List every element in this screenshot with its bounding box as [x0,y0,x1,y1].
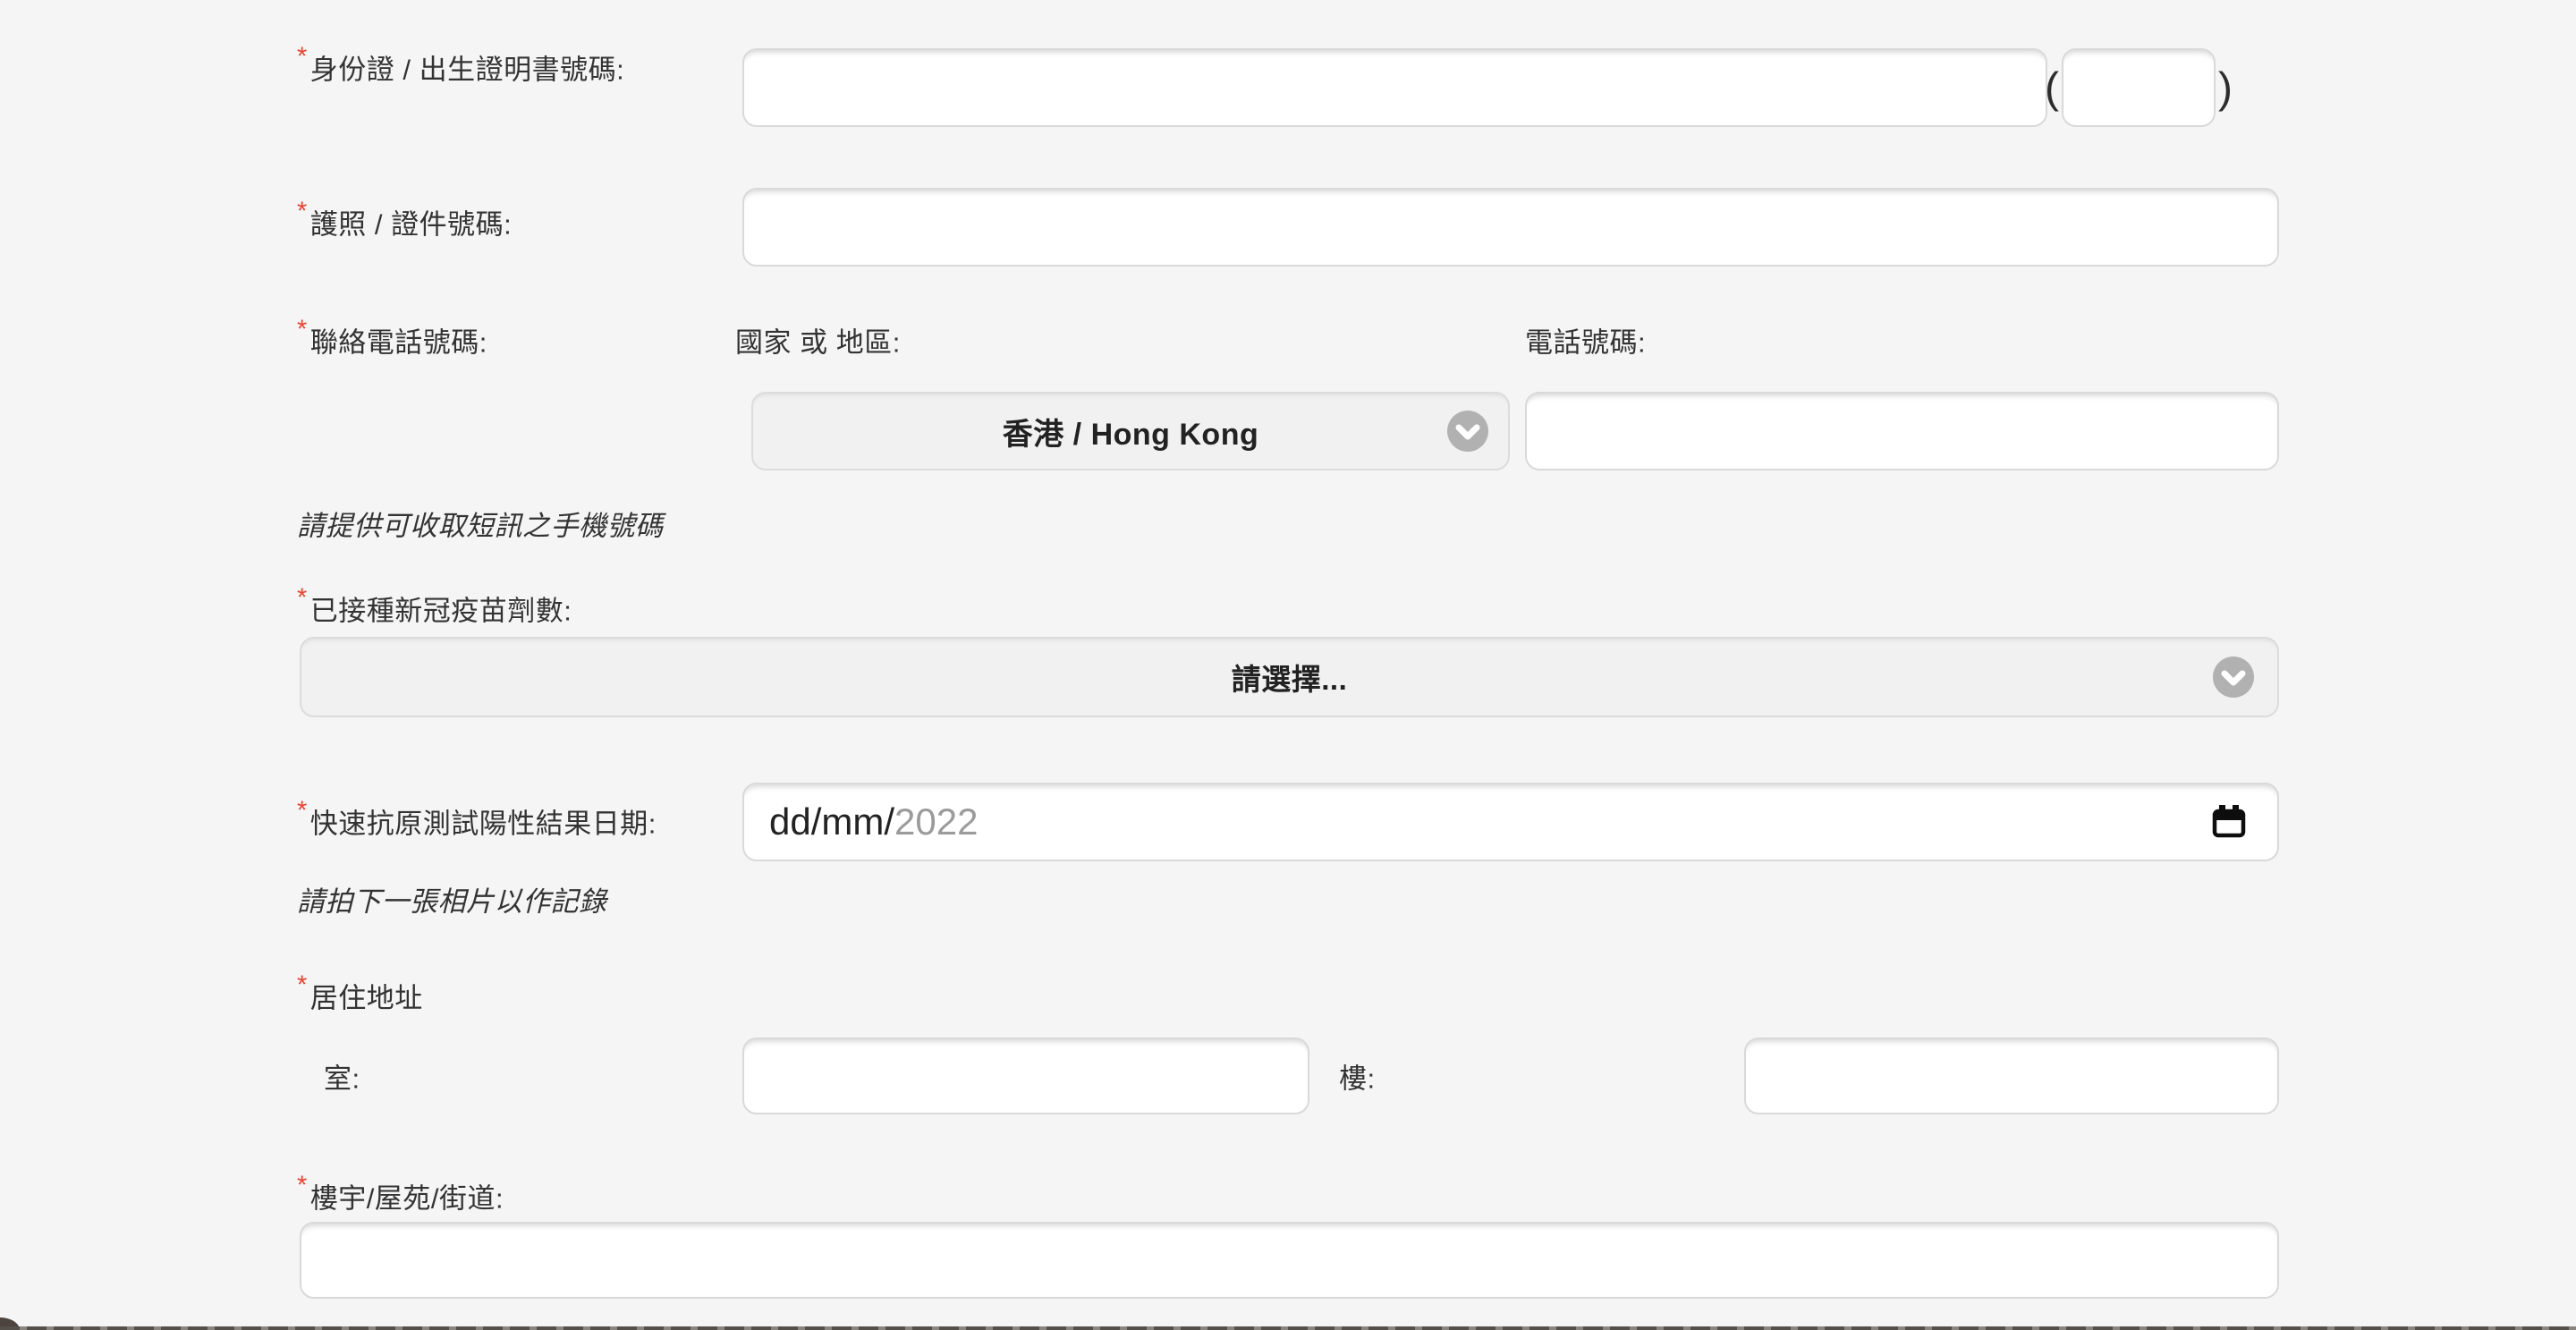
contact-phone-label-text: 聯絡電話號碼: [310,320,487,360]
required-marker: * [297,797,308,826]
test-date-label-text: 快速抗原測試陽性結果日期: [310,801,657,842]
required-marker: * [297,971,308,1001]
sms-note: 請提供可收取短訊之手機號碼 [297,504,664,544]
required-marker: * [297,43,308,72]
date-day-month-placeholder: dd/mm/ [769,801,894,843]
building-input[interactable] [300,1222,2279,1299]
room-input[interactable] [742,1038,1309,1114]
test-date-label: * 快速抗原測試陽性結果日期: [297,801,657,842]
address-heading: * 居住地址 [297,976,423,1016]
id-number-input[interactable] [742,48,2047,127]
vaccine-doses-label-text: 已接種新冠疫苗劑數: [310,589,572,629]
address-heading-text: 居住地址 [310,976,423,1016]
country-region-label: 國家 或 地區: [735,320,901,360]
check-digit-open-paren: ( [2045,64,2059,114]
passport-number-label: * 護照 / 證件號碼: [297,202,512,242]
country-region-select[interactable]: 香港 / Hong Kong [751,392,1510,470]
passport-number-label-text: 護照 / 證件號碼: [310,202,512,242]
chevron-down-icon [1447,411,1488,452]
floor-input[interactable] [1744,1038,2279,1114]
required-marker: * [297,584,308,614]
check-digit-close-paren: ) [2218,64,2233,114]
id-number-label: * 身份證 / 出生證明書號碼: [297,47,624,88]
required-marker: * [297,1172,308,1201]
check-digit-input[interactable] [2062,48,2216,127]
vaccine-doses-select[interactable]: 請選擇... [300,637,2279,717]
building-label: * 樓宇/屋苑/街道: [297,1176,504,1216]
contact-phone-label: * 聯絡電話號碼: [297,320,487,360]
vaccine-doses-selected-value: 請選擇... [1232,656,1348,699]
room-label-text: 室: [324,1056,360,1097]
id-number-label-text: 身份證 / 出生證明書號碼: [310,47,624,88]
date-year-value: 2022 [894,801,978,843]
required-marker: * [297,198,308,227]
phone-number-label: 電話號碼: [1525,320,1646,360]
photo-note: 請拍下一張相片以作記錄 [297,879,607,919]
vaccine-doses-label: * 已接種新冠疫苗劑數: [297,589,572,629]
bottom-edge-divider [0,1326,2576,1330]
registration-form: * 身份證 / 出生證明書號碼: ( ) * 護照 / 證件號碼: * 聯絡電話… [0,0,2576,1330]
phone-number-input[interactable] [1525,392,2279,470]
country-region-selected-value: 香港 / Hong Kong [1003,410,1259,453]
country-region-label-text: 國家 或 地區: [735,320,901,360]
building-label-text: 樓宇/屋苑/街道: [310,1176,504,1216]
floor-label-text: 樓: [1339,1056,1376,1097]
floor-label: 樓: [1339,1056,1376,1097]
phone-number-label-text: 電話號碼: [1525,320,1646,360]
calendar-icon[interactable] [2211,805,2247,839]
room-label: 室: [324,1056,360,1097]
chevron-down-icon [2213,657,2254,698]
passport-number-input[interactable] [742,188,2279,267]
required-marker: * [297,316,308,345]
test-date-input[interactable]: dd/mm/ 2022 [742,783,2279,861]
